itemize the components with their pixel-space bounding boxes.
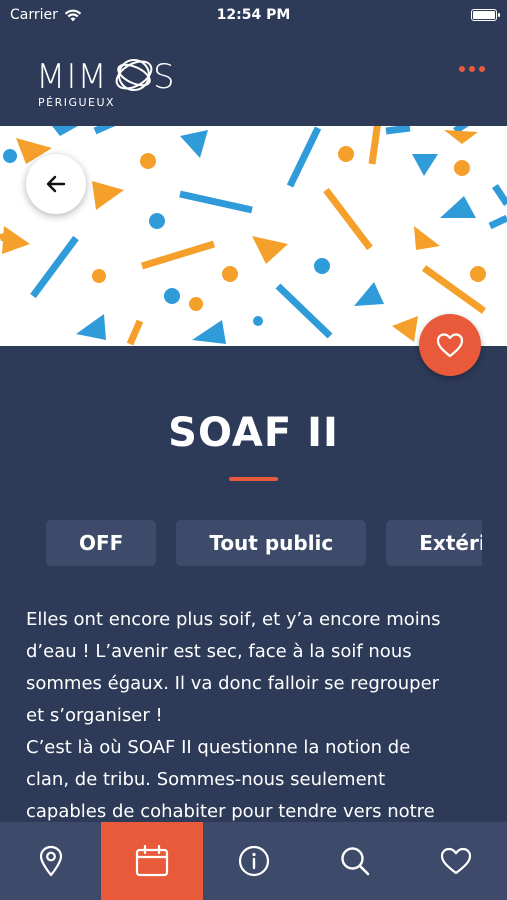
map-pin-icon	[39, 845, 62, 877]
back-button[interactable]	[26, 154, 86, 214]
logo-wordmark: MIM S	[36, 57, 175, 97]
tab-info[interactable]	[203, 822, 304, 900]
heart-icon	[436, 333, 464, 358]
tag-list[interactable]: OFF Tout public Extérieur	[46, 520, 482, 566]
info-icon	[238, 845, 269, 877]
description-line: C’est là où SOAF II questionne la notion…	[26, 737, 411, 758]
more-options-button[interactable]	[459, 66, 485, 72]
app-header: MIM S PÉRIGUEUX	[0, 30, 507, 126]
more-dot-icon	[469, 66, 475, 72]
svg-text:S: S	[153, 57, 175, 94]
description-line: d’eau ! L’avenir est sec, face à la soif…	[26, 641, 412, 662]
description-line: sommes égaux. Il va donc falloir se regr…	[26, 673, 440, 694]
favorite-button[interactable]	[419, 314, 481, 376]
arrow-left-icon	[46, 175, 66, 193]
svg-text:MIM: MIM	[36, 57, 108, 94]
tag-off[interactable]: OFF	[46, 520, 157, 566]
bottom-tab-bar	[0, 822, 507, 900]
event-description: Elles ont encore plus soif, et y’a encor…	[26, 604, 486, 828]
tab-map[interactable]	[0, 822, 101, 900]
tab-program[interactable]	[101, 822, 203, 900]
status-time: 12:54 PM	[216, 7, 291, 23]
more-dot-icon	[459, 66, 465, 72]
calendar-icon	[136, 845, 169, 877]
heart-icon	[441, 847, 472, 875]
tab-search[interactable]	[304, 822, 405, 900]
tag-audience[interactable]: Tout public	[176, 520, 367, 566]
description-line: clan, de tribu. Sommes-nous seulement	[26, 769, 386, 790]
search-icon	[341, 847, 370, 876]
app-logo[interactable]: MIM S PÉRIGUEUX	[36, 48, 188, 109]
tab-favorites[interactable]	[406, 822, 507, 900]
more-dot-icon	[479, 66, 485, 72]
title-underline	[229, 477, 278, 481]
description-line: Elles ont encore plus soif, et y’a encor…	[26, 609, 441, 630]
battery-icon	[471, 9, 500, 21]
description-line: et s’organiser !	[26, 705, 163, 726]
confetti-pattern	[0, 126, 507, 346]
logo-subtitle: PÉRIGUEUX	[38, 96, 116, 109]
event-title: SOAF II	[168, 410, 339, 456]
status-bar: Carrier 12:54 PM	[0, 0, 507, 30]
tag-location[interactable]: Extérieur	[386, 520, 482, 566]
hero-image	[0, 126, 507, 346]
